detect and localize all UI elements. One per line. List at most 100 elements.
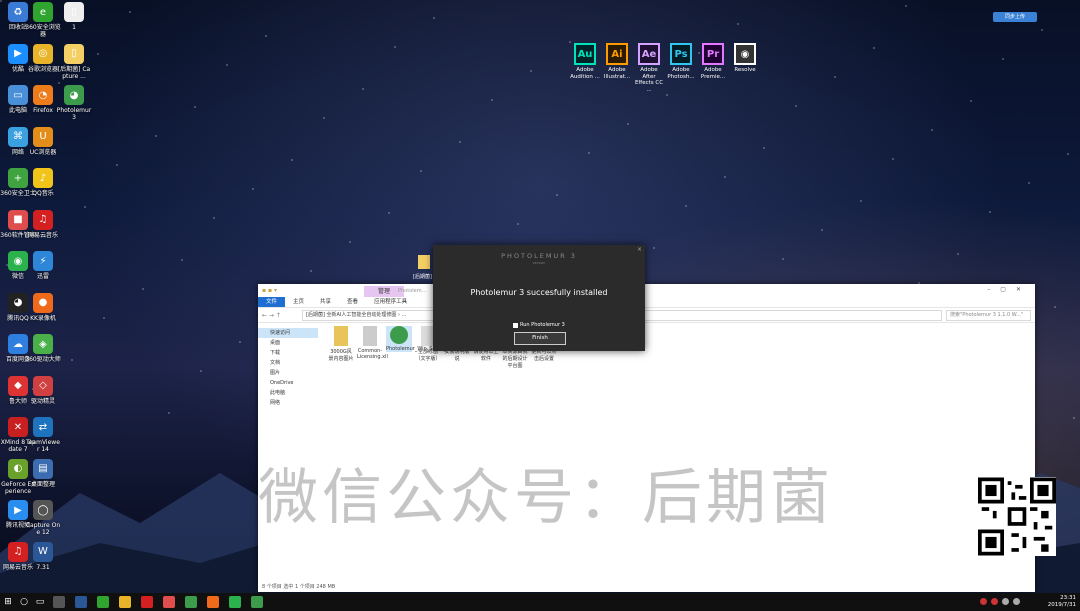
star	[420, 170, 422, 172]
file-item[interactable]: Common-Licensing.xll	[357, 326, 388, 360]
app-icon: ◯	[33, 500, 53, 520]
star	[873, 47, 875, 49]
desktop-icon-label: 1	[72, 24, 76, 31]
desktop-icon[interactable]: ▯ [后期菌] Capture ...	[56, 43, 92, 80]
desktop-icon[interactable]: ♫ 网易云音乐	[25, 209, 61, 239]
file-explorer-window[interactable]: ▪ ▪ ▾ 管理 Photolem... –▢✕ 文件 主页 共享 查看 应用程序工具 …	[258, 284, 1035, 592]
desktop-icon-label: QQ音乐	[32, 190, 54, 197]
adobe-app-shortcut[interactable]: Pr Adobe Premie...	[697, 43, 729, 80]
star	[388, 212, 390, 214]
ribbon-tab[interactable]: 文件	[258, 297, 286, 307]
taskbar-app-icon[interactable]	[53, 596, 65, 608]
start-button[interactable]: ⊞	[0, 597, 16, 607]
tray-icon[interactable]	[1002, 598, 1009, 605]
desktop-icon[interactable]: ⇄ TeamViewer 14	[25, 417, 61, 453]
file-item[interactable]: Photolemur_Win_Setup_2493	[386, 326, 459, 352]
star	[989, 211, 991, 213]
nav-item[interactable]: OneDrive	[258, 378, 318, 388]
adobe-app-icon: ◉	[734, 43, 756, 65]
finish-button[interactable]: Finish	[514, 332, 566, 345]
desktop-icon[interactable]: ◇ 驱动精灵	[25, 375, 61, 405]
app-icon: ◔	[33, 85, 53, 105]
app-icon: ●	[33, 292, 53, 313]
taskbar-app-icon[interactable]	[141, 596, 153, 608]
install-success-message: Photolemur 3 succesfully installed	[470, 288, 608, 297]
desktop-icon[interactable]: ◯ Capture One 12	[25, 500, 61, 536]
star	[1002, 58, 1004, 60]
taskbar-app-icon[interactable]	[185, 596, 197, 608]
ribbon-tab[interactable]: 共享	[312, 297, 339, 307]
taskbar-app-icon[interactable]	[97, 596, 109, 608]
folder-icon[interactable]	[418, 255, 430, 269]
adobe-app-shortcut[interactable]: Ae Adobe After Effects CC ...	[633, 43, 665, 93]
taskbar-app-icon[interactable]	[119, 596, 131, 608]
nav-item[interactable]: 图片	[258, 368, 318, 378]
desktop-icon[interactable]: ◕ Photolemur 3	[56, 85, 92, 121]
star	[860, 200, 862, 202]
star	[181, 259, 183, 261]
adobe-app-label: Resolve	[734, 67, 756, 73]
status-bar: 8 个项目 选中 1 个项目 248 MB	[262, 584, 336, 590]
search-input[interactable]: 搜索"Photolemur 3 1.1.0 W..."	[946, 309, 1031, 321]
clock[interactable]: 23:31 2019/7/31	[1048, 595, 1076, 609]
star	[1054, 306, 1056, 308]
taskbar-app-icon[interactable]	[251, 596, 263, 608]
desktop-icon[interactable]: ▯ 1	[56, 2, 92, 31]
adobe-app-shortcut[interactable]: Ps Adobe Photosh...	[665, 43, 697, 80]
taskbar-app-icon[interactable]	[207, 596, 219, 608]
window-controls[interactable]: –▢✕	[987, 286, 1031, 293]
star	[931, 129, 933, 131]
star	[194, 106, 196, 108]
task-view-icon[interactable]: ▭	[32, 597, 48, 607]
ribbon-tab[interactable]: 查看	[339, 297, 366, 307]
ribbon-tab[interactable]: 应用程序工具	[366, 297, 415, 307]
nav-item[interactable]: 网络	[258, 398, 318, 408]
star	[200, 370, 202, 372]
taskbar-app-icon[interactable]	[229, 596, 241, 608]
adobe-app-shortcut[interactable]: Au Adobe Audition ...	[569, 43, 601, 80]
run-checkbox[interactable]	[513, 322, 518, 328]
run-checkbox-row[interactable]: Run Photolemur 3	[513, 322, 565, 328]
nav-item[interactable]: 桌面	[258, 338, 318, 348]
desktop-icon[interactable]: U UC浏览器	[25, 126, 61, 156]
star	[129, 11, 131, 13]
desktop-icon[interactable]: ♪ QQ音乐	[25, 168, 61, 197]
desktop-icon[interactable]: ◈ 360驱动大师	[25, 334, 61, 363]
adobe-app-icon: Pr	[702, 43, 724, 65]
tray-icon[interactable]	[1013, 598, 1020, 605]
star	[1028, 182, 1030, 184]
watermark-text: 微信公众号：后期菌	[258, 463, 834, 533]
desktop-icon[interactable]: ⚡ 迅雷	[25, 251, 61, 280]
taskbar-app-icon[interactable]	[75, 596, 87, 608]
app-icon: ♫	[33, 209, 53, 230]
star	[834, 76, 836, 78]
star	[433, 17, 435, 19]
close-icon[interactable]: ×	[637, 246, 642, 253]
star	[795, 105, 797, 107]
file-item[interactable]: 3000G风景内容图片	[328, 326, 354, 362]
desktop-icon[interactable]: ● KK录像机	[25, 292, 61, 322]
tray-icon[interactable]	[991, 598, 998, 605]
ribbon-tab[interactable]: 主页	[285, 297, 312, 307]
nav-arrows[interactable]: ← → ↑	[258, 312, 302, 319]
adobe-app-shortcut[interactable]: ◉ Resolve	[729, 43, 761, 74]
cloud-sync-button[interactable]: 同步上传	[993, 12, 1037, 22]
desktop-icon-label: Photolemur 3	[56, 107, 92, 121]
nav-item[interactable]: 此电脑	[258, 388, 318, 398]
tray-icon[interactable]	[980, 598, 987, 605]
search-icon[interactable]: ○	[16, 597, 32, 607]
adobe-app-label: Adobe Photosh...	[667, 67, 695, 80]
nav-item[interactable]: 下载	[258, 348, 318, 358]
adobe-app-shortcut[interactable]: Ai Adobe Illustrat...	[601, 43, 633, 80]
desktop-icon-label: 迅雷	[36, 273, 49, 280]
star	[821, 229, 823, 231]
desktop-icon[interactable]: ▤ 桌面整理	[25, 458, 61, 488]
app-icon: ▤	[33, 458, 53, 479]
nav-item[interactable]: 快速访问	[258, 328, 318, 338]
file-icon	[334, 326, 348, 346]
nav-item[interactable]: 文档	[258, 358, 318, 368]
dialog-subtitle: version	[532, 261, 546, 265]
star	[666, 94, 668, 96]
taskbar-app-icon[interactable]	[163, 596, 175, 608]
desktop-icon[interactable]: W 7.31	[25, 541, 61, 571]
